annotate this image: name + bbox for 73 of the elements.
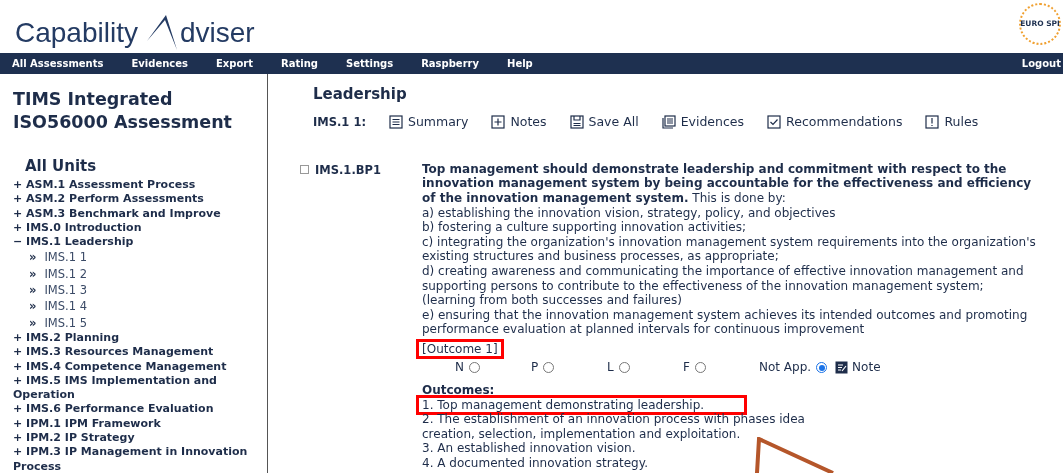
toolbar-button[interactable]: Recommendations	[767, 113, 903, 132]
alert-icon	[925, 115, 940, 130]
subunit-link[interactable]: » IMS.1 1	[29, 249, 267, 266]
chevrons-icon: »	[29, 298, 37, 315]
chevrons-icon: »	[29, 314, 37, 331]
units-heading: All Units	[25, 156, 98, 176]
checkbox-icon	[767, 115, 782, 130]
nav-link[interactable]: Export	[215, 56, 253, 71]
chevrons-icon: »	[29, 282, 37, 299]
outcome-reference: [Outcome 1]	[416, 338, 504, 360]
note-icon	[835, 361, 849, 375]
unit-link[interactable]: + ASM.3 Benchmark and Improve	[13, 206, 267, 221]
save-icon	[569, 115, 584, 130]
subunit-label: IMS.1 4	[44, 298, 87, 315]
documents-icon	[661, 115, 676, 130]
outcome-item: 4. A documented innovation strategy.	[422, 456, 648, 471]
toolbar-button[interactable]: Rules	[925, 113, 979, 132]
practice-id: IMS.1.BP1	[315, 161, 381, 179]
unit-link[interactable]: + IMS.6 Performance Evaluation	[13, 402, 267, 417]
unit-link[interactable]: − IMS.1 Leadership	[13, 235, 267, 250]
unit-link[interactable]: + IPM.2 IP Strategy	[13, 431, 267, 446]
practice-item: (learning from both successes and failures)	[422, 293, 683, 308]
subunit-link[interactable]: » IMS.1 4	[29, 298, 267, 315]
nav-link[interactable]: Rating	[281, 56, 318, 71]
toolbar-label: IMS.1 1:	[313, 113, 366, 131]
unit-link[interactable]: + IPM.1 IPM Framework	[13, 416, 267, 432]
subunit-label: IMS.1 3	[44, 282, 87, 299]
plus-box-icon	[491, 115, 506, 130]
unit-link[interactable]: + IMS.0 Introduction	[13, 220, 267, 236]
chevrons-icon: »	[29, 249, 37, 266]
nav-link[interactable]: Evidences	[131, 56, 188, 71]
logo-text: Capability	[15, 19, 138, 47]
list-icon	[389, 115, 403, 130]
nav-link[interactable]: Settings	[345, 56, 394, 71]
subunit-link[interactable]: » IMS.1 5	[29, 314, 267, 331]
assessment-title: TIMS Integrated ISO56000 Assessment	[13, 88, 233, 134]
section-heading: Leadership	[313, 84, 408, 104]
subunit-link[interactable]: » IMS.1 3	[29, 282, 267, 299]
subunit-label: IMS.1 5	[44, 314, 87, 331]
practice-item: c) integrating the organization's innovation management system requirements into the organization's existing structures and business processes, as appropriate;	[422, 234, 1037, 264]
unit-link[interactable]: + ASM.2 Perform Assessments	[13, 192, 267, 207]
toolbar-button[interactable]: Save All	[569, 113, 639, 132]
note-button[interactable]: Note	[835, 360, 881, 376]
score-radio[interactable]: P	[531, 360, 593, 376]
unit-link[interactable]: + IMS.3 Resources Management	[13, 345, 267, 360]
subunit-link[interactable]: » IMS.1 2	[29, 265, 267, 283]
subunit-label: IMS.1 2	[44, 265, 87, 283]
unit-link[interactable]: + IPM.3 IP Management in Innovation Process	[13, 445, 267, 473]
toolbar-button[interactable]: Summary	[389, 113, 469, 132]
unit-link[interactable]: + ASM.1 Assessment Process	[13, 178, 267, 193]
practice-statement: Top management should demonstrate leadership and commitment with respect to the innovation management system by being accountable for the effectiveness and efficiency of the innovation management system. This is done by:	[422, 161, 1033, 206]
nav-link[interactable]: All Assessments	[12, 56, 104, 71]
logout-link[interactable]: Logout	[1021, 56, 1063, 71]
practice-item: b) fostering a culture supporting innovation activities;	[422, 220, 747, 235]
practice-item: e) ensuring that the innovation management system achieves its intended outcomes and promoting performance evaluation at planned intervals for continuous improvement	[422, 307, 1029, 337]
practice-item: a) establishing the innovation vision, strategy, policy, and objectives	[422, 205, 837, 221]
toolbar-button[interactable]: Notes	[491, 113, 547, 132]
nav-link[interactable]: Help	[507, 56, 533, 71]
score-radio[interactable]: F	[683, 360, 745, 376]
score-radio[interactable]: N	[455, 360, 517, 376]
practice-item: d) creating awareness and communicating the importance of effective innovation management and supporting persons to contribute to the effectiveness of the innovation management system;	[422, 263, 1025, 294]
outcome-item: 3. An established innovation vision.	[422, 441, 636, 457]
unit-link[interactable]: + IMS.5 IMS Implementation and Operation	[13, 373, 267, 403]
unit-link[interactable]: + IMS.2 Planning	[13, 330, 267, 346]
unit-link[interactable]: + IMS.4 Competence Management	[13, 359, 267, 374]
chevrons-icon: »	[29, 265, 37, 283]
subunit-label: IMS.1 1	[44, 249, 87, 266]
nav-link[interactable]: Raspberry	[421, 56, 480, 71]
toolbar-button[interactable]: Evidences	[661, 113, 745, 132]
checkbox[interactable]	[300, 164, 309, 174]
score-radio[interactable]: L	[607, 360, 669, 376]
logo-text: dviser	[179, 19, 255, 47]
score-radio[interactable]: Not App.	[759, 360, 828, 376]
